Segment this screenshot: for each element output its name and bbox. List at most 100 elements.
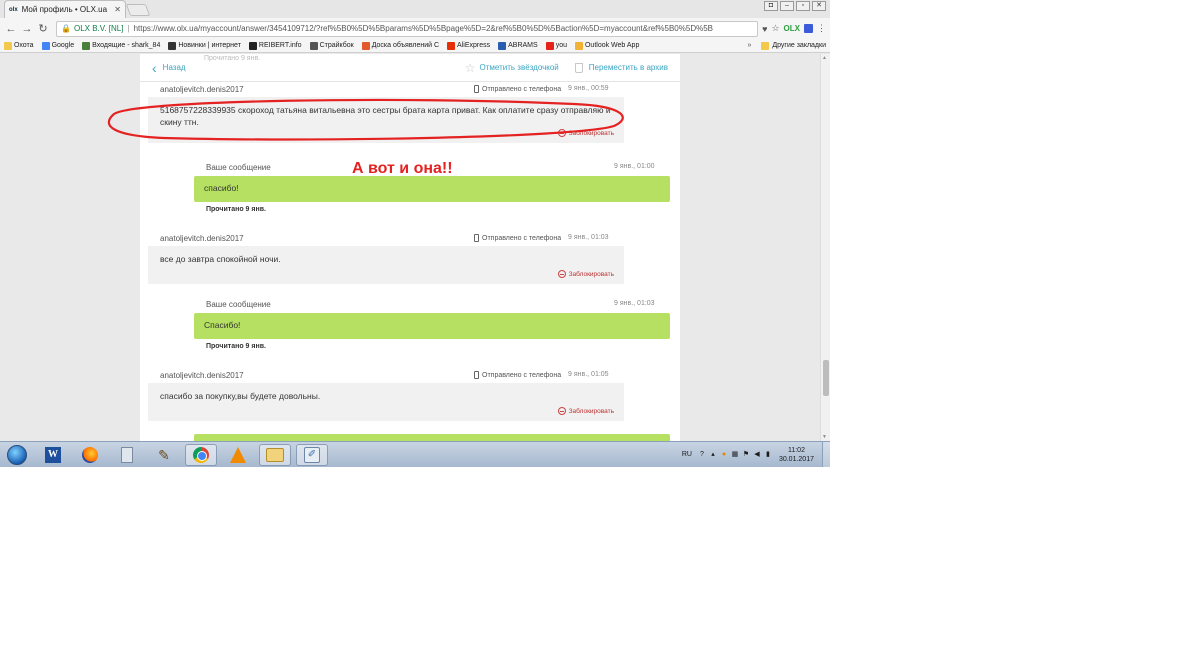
bookmark-4[interactable]: REIBERT.info [248, 41, 302, 50]
tab-strip: olx Мой профиль • OLX.ua ✕ ◘ – ▫ ✕ [0, 0, 830, 18]
folder-icon [4, 41, 12, 50]
bookmark-5[interactable]: Страйкбок [309, 41, 354, 50]
new-tab-button[interactable] [125, 4, 151, 16]
incoming-message: спасибо за покупку,вы будете довольны. З… [148, 383, 624, 421]
site-identity: OLX B.V. [NL] [73, 24, 124, 33]
message-time: 9 янв., 00:59 [568, 85, 609, 92]
olx-extension-icon[interactable]: OLX [784, 24, 800, 33]
tool-icon: ✎ [158, 446, 170, 463]
scroll-down-icon[interactable]: ▼ [822, 434, 827, 440]
toolbar: ← → ↻ 🔒 OLX B.V. [NL] | https://www.olx.… [0, 18, 830, 39]
bookmark-0[interactable]: Охота [4, 41, 34, 50]
scrollbar-thumb[interactable] [823, 360, 829, 396]
language-indicator[interactable]: RU [682, 451, 692, 458]
bookmark-2[interactable]: Входящие - shark_84 [82, 41, 160, 50]
vlc-icon [230, 446, 246, 463]
star-label: Отметить звёздочкой [479, 63, 559, 72]
youtube-icon [545, 41, 554, 50]
close-window-icon[interactable]: ✕ [812, 1, 826, 11]
star-action[interactable]: ☆ Отметить звёздочкой [465, 61, 559, 75]
minimize-icon[interactable]: – [780, 1, 794, 11]
trash-icon [574, 62, 583, 73]
calculator-icon [121, 446, 133, 463]
scrollbar[interactable]: ▲ ▼ [820, 54, 830, 441]
block-icon [557, 270, 566, 279]
pin-icon[interactable]: ♥ [762, 24, 767, 34]
reload-icon[interactable]: ↻ [36, 22, 50, 35]
read-status: Прочитано 9 янв. [206, 206, 266, 213]
bookmarks-bar: Охота Google Входящие - shark_84 Новинки… [0, 39, 830, 53]
bookmark-8[interactable]: ABRAMS [498, 41, 538, 50]
flag-icon[interactable]: ⚑ [742, 451, 750, 459]
archive-label: Переместить в архив [588, 63, 668, 72]
sent-from-phone: Отправлено с телефона [474, 371, 561, 379]
help-icon[interactable]: ? [698, 451, 706, 459]
taskbar-vlc[interactable] [222, 444, 254, 466]
phone-icon [474, 85, 479, 93]
highlight-ellipse [107, 98, 624, 141]
taskbar-word[interactable]: W [37, 444, 69, 466]
block-user-button[interactable]: Заблокировать [557, 407, 614, 416]
other-bookmarks[interactable]: Другие закладки [761, 41, 826, 50]
word-icon: W [45, 446, 61, 463]
block-user-button[interactable]: Заблокировать [557, 270, 614, 279]
crosshair-icon [309, 41, 318, 50]
bookmark-6[interactable]: Доска объявлений С [361, 41, 439, 50]
annotation-text: А вот и она!! [352, 160, 453, 177]
address-url: https://www.olx.ua/myaccount/answer/3454… [133, 24, 713, 33]
back-arrow-icon[interactable]: ← [4, 23, 18, 35]
star-icon: ☆ [464, 60, 476, 75]
aliexpress-icon [447, 41, 456, 50]
message-sender: anatoljevitch.denis2017 [160, 371, 244, 380]
window-controls: ◘ – ▫ ✕ [764, 1, 826, 11]
screen: olx Мой профиль • OLX.ua ✕ ◘ – ▫ ✕ ← → ↻… [0, 0, 830, 467]
taskbar-firefox[interactable] [74, 444, 106, 466]
extension-icon[interactable] [804, 24, 813, 33]
show-desktop-button[interactable] [822, 441, 830, 467]
taskbar-calculator[interactable] [111, 444, 143, 466]
taskbar-paint[interactable]: ✐ [296, 443, 328, 466]
message-text: все до завтра спокойной ночи. [160, 254, 281, 264]
app-tray-icon[interactable]: ● [720, 451, 728, 459]
phone-icon [474, 371, 479, 379]
message-time: 9 янв., 01:03 [614, 300, 655, 307]
taskbar-tool[interactable]: ✎ [148, 444, 180, 466]
bookmark-3[interactable]: Новинки | интернет [168, 41, 241, 50]
browser-tab[interactable]: olx Мой профиль • OLX.ua ✕ [4, 0, 126, 18]
archive-action[interactable]: Переместить в архив [574, 62, 668, 73]
bookmark-star-icon[interactable]: ☆ [771, 23, 779, 34]
message-sender: anatoljevitch.denis2017 [160, 234, 244, 243]
taskbar-chrome[interactable] [185, 443, 217, 466]
read-status-peek: Прочитано 9 янв. [204, 55, 261, 62]
forward-arrow-icon[interactable]: → [20, 23, 34, 35]
bookmarks-overflow-button[interactable]: » [747, 42, 751, 49]
bookmark-9[interactable]: you [545, 41, 567, 50]
olx-favicon-icon: olx [9, 6, 18, 13]
signal-icon[interactable]: ▮ [764, 451, 772, 459]
close-tab-icon[interactable]: ✕ [114, 5, 121, 14]
outgoing-message: Спасибо! [194, 313, 670, 339]
arrow-up-icon[interactable]: ▴ [709, 451, 717, 459]
user-icon[interactable]: ◘ [764, 1, 778, 11]
menu-icon[interactable]: ⋮ [817, 23, 826, 34]
bookmark-7[interactable]: AliExpress [447, 41, 490, 50]
maximize-icon[interactable]: ▫ [796, 1, 810, 11]
mail-icon [82, 41, 91, 50]
flag-icon [498, 41, 507, 50]
clock[interactable]: 11:02 30.01.2017 [779, 446, 814, 464]
message-time: 9 янв., 01:00 [614, 163, 655, 170]
back-link[interactable]: ‹ Назад [152, 61, 186, 75]
taskbar-explorer[interactable] [259, 443, 291, 466]
read-status: Прочитано 9 янв. [206, 343, 266, 350]
message-time: 9 янв., 01:03 [568, 234, 609, 241]
sent-from-phone: Отправлено с телефона [474, 234, 561, 242]
phone-icon [474, 234, 479, 242]
bookmark-10[interactable]: Outlook Web App [574, 41, 639, 50]
block-icon [557, 407, 566, 416]
start-button[interactable] [2, 443, 32, 467]
scroll-up-icon[interactable]: ▲ [822, 55, 827, 61]
address-bar[interactable]: 🔒 OLX B.V. [NL] | https://www.olx.ua/mya… [56, 20, 759, 37]
network-icon[interactable]: ▦ [731, 451, 739, 459]
volume-icon[interactable]: ◀ [753, 451, 761, 459]
bookmark-1[interactable]: Google [41, 41, 74, 50]
